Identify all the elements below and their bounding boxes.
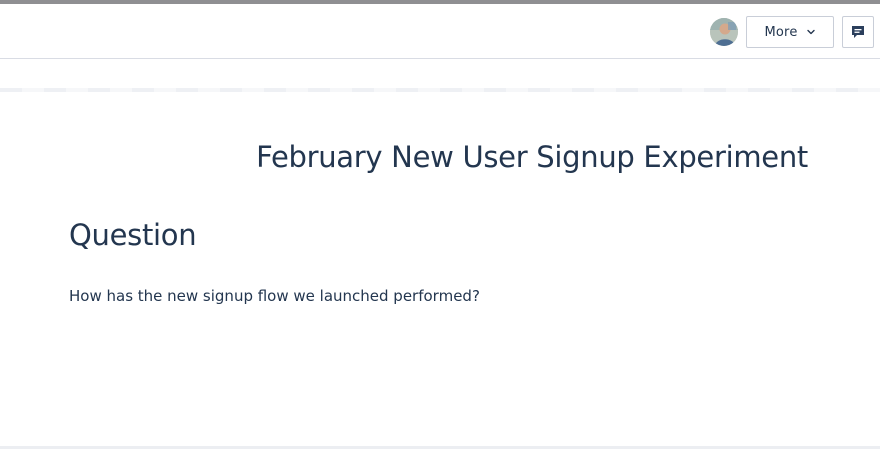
page-title: February New User Signup Experiment [256, 140, 808, 174]
section-heading: Question [69, 218, 197, 252]
chevron-down-icon [806, 29, 815, 35]
app-window: More February New User Signup Experiment… [0, 0, 880, 476]
question-text: How has the new signup flow we launched … [69, 287, 480, 305]
more-button-label: More [764, 24, 798, 40]
comment-icon [852, 26, 864, 38]
top-toolbar: More [0, 4, 880, 59]
comment-button[interactable] [842, 16, 874, 48]
document-content: February New User Signup Experiment Ques… [0, 92, 880, 446]
more-button[interactable]: More [746, 16, 834, 48]
header-spacer [0, 60, 880, 90]
footer-area [0, 449, 880, 476]
avatar[interactable] [710, 18, 738, 46]
user-avatar-icon [710, 18, 738, 46]
